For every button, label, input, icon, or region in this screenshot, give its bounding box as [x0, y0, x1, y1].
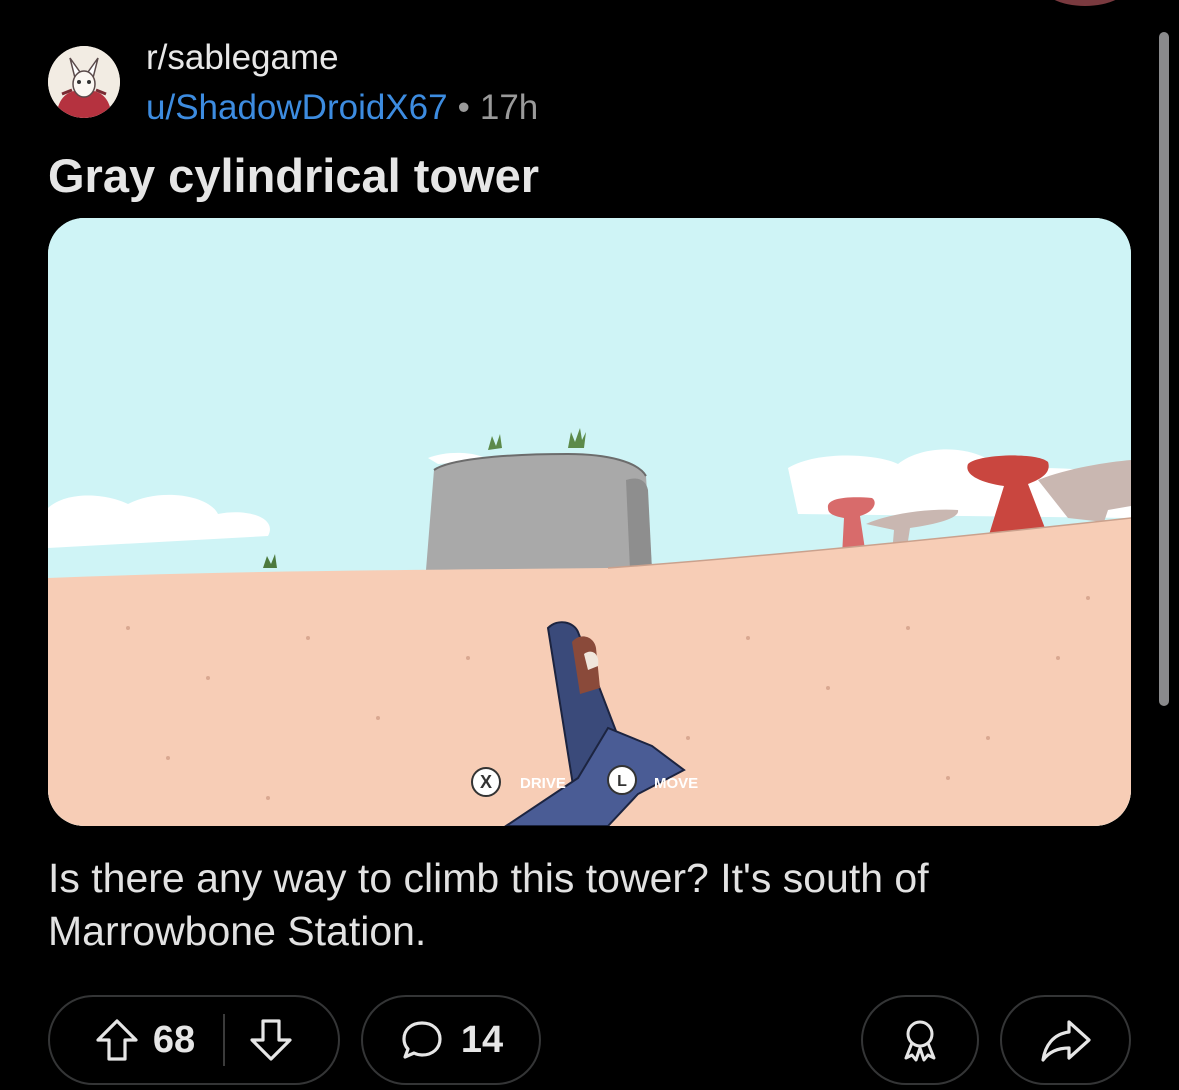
drive-button-glyph: X [480, 772, 492, 792]
move-button-glyph: L [617, 773, 627, 790]
move-label: MOVE [654, 775, 698, 792]
arrow-down-icon[interactable] [247, 1016, 295, 1064]
share-arrow-icon [1039, 1016, 1093, 1064]
post-meta: u/ShadowDroidX67 • 17h [146, 88, 538, 128]
post-age: 17h [479, 88, 539, 127]
post-body: Is there any way to climb this tower? It… [48, 855, 929, 954]
reddit-post-view: r/sablegame u/ShadowDroidX67 • 17h Gray cy… [0, 0, 1179, 1090]
award-ribbon-icon [896, 1016, 944, 1064]
scrollbar[interactable] [1159, 32, 1169, 706]
meta-separator: • [457, 88, 470, 127]
author-username[interactable]: u/ShadowDroidX67 [146, 88, 448, 127]
share-button[interactable] [1000, 995, 1131, 1085]
drive-label: DRIVE [520, 775, 566, 792]
post-title: Gray cylindrical tower [48, 149, 540, 202]
award-button[interactable] [861, 995, 979, 1085]
post-image[interactable]: X DRIVE L MOVE [48, 218, 1131, 826]
arrow-up-icon[interactable] [93, 1016, 141, 1064]
vote-control: 68 [48, 995, 340, 1085]
vote-divider [223, 1014, 226, 1066]
speech-bubble-icon [399, 1017, 445, 1063]
comments-button[interactable]: 14 [361, 995, 541, 1085]
subreddit-name[interactable]: r/sablegame [146, 38, 339, 78]
upvote-count: 68 [152, 1018, 196, 1061]
subreddit-avatar[interactable] [48, 46, 120, 118]
comment-count: 14 [460, 1018, 504, 1061]
partial-avatar-top-right [1040, 0, 1130, 6]
